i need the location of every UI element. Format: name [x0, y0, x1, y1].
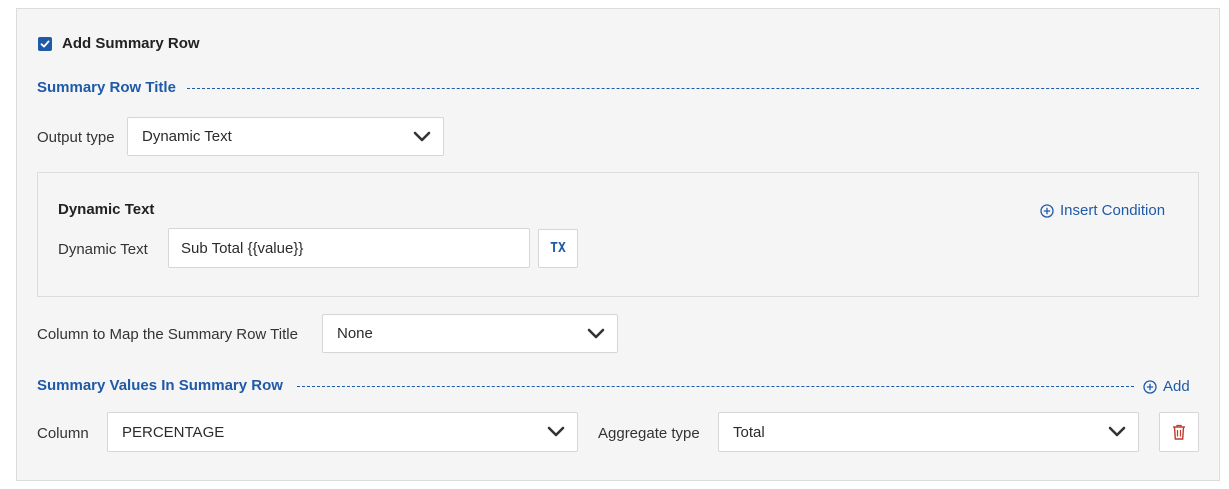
delete-summary-value-button[interactable]	[1159, 412, 1199, 452]
output-type-select[interactable]: Dynamic Text	[127, 117, 444, 156]
output-type-value: Dynamic Text	[142, 128, 232, 145]
section-divider	[297, 386, 1134, 387]
add-summary-row-checkbox[interactable]	[38, 37, 52, 51]
column-map-label: Column to Map the Summary Row Title	[37, 326, 298, 343]
insert-condition-label: Insert Condition	[1060, 202, 1166, 219]
dynamic-text-input-value: Sub Total {{value}}	[181, 239, 304, 257]
plus-circle-icon	[1040, 203, 1054, 218]
section-divider	[187, 88, 1199, 89]
checkmark-icon	[40, 40, 50, 48]
column-value: PERCENTAGE	[122, 423, 225, 441]
summary-row-title-heading: Summary Row Title	[37, 79, 176, 96]
summary-values-heading: Summary Values In Summary Row	[37, 377, 283, 394]
chevron-down-icon	[413, 131, 431, 141]
plus-circle-icon	[1143, 379, 1157, 394]
column-map-value: None	[337, 325, 373, 342]
chevron-down-icon	[1108, 426, 1126, 437]
insert-condition-button[interactable]: Insert Condition	[1040, 202, 1165, 219]
dynamic-text-input[interactable]: Sub Total {{value}}	[168, 228, 530, 268]
output-type-label: Output type	[37, 129, 115, 146]
column-select[interactable]: PERCENTAGE	[107, 412, 578, 452]
chevron-down-icon	[587, 328, 605, 338]
aggregate-type-select[interactable]: Total	[718, 412, 1139, 452]
trash-icon	[1173, 424, 1185, 440]
add-summary-value-button[interactable]: Add	[1143, 378, 1190, 395]
aggregate-type-label: Aggregate type	[598, 425, 700, 442]
column-map-select[interactable]: None	[322, 314, 618, 353]
chevron-down-icon	[547, 426, 565, 437]
column-label: Column	[37, 425, 89, 442]
add-label: Add	[1163, 378, 1190, 395]
dynamic-text-heading: Dynamic Text	[58, 201, 155, 218]
clear-format-button[interactable]: TX	[538, 229, 578, 268]
aggregate-type-value: Total	[733, 423, 765, 441]
dynamic-text-field-label: Dynamic Text	[58, 241, 148, 258]
add-summary-row-label[interactable]: Add Summary Row	[62, 35, 200, 52]
tx-label: TX	[550, 241, 566, 256]
